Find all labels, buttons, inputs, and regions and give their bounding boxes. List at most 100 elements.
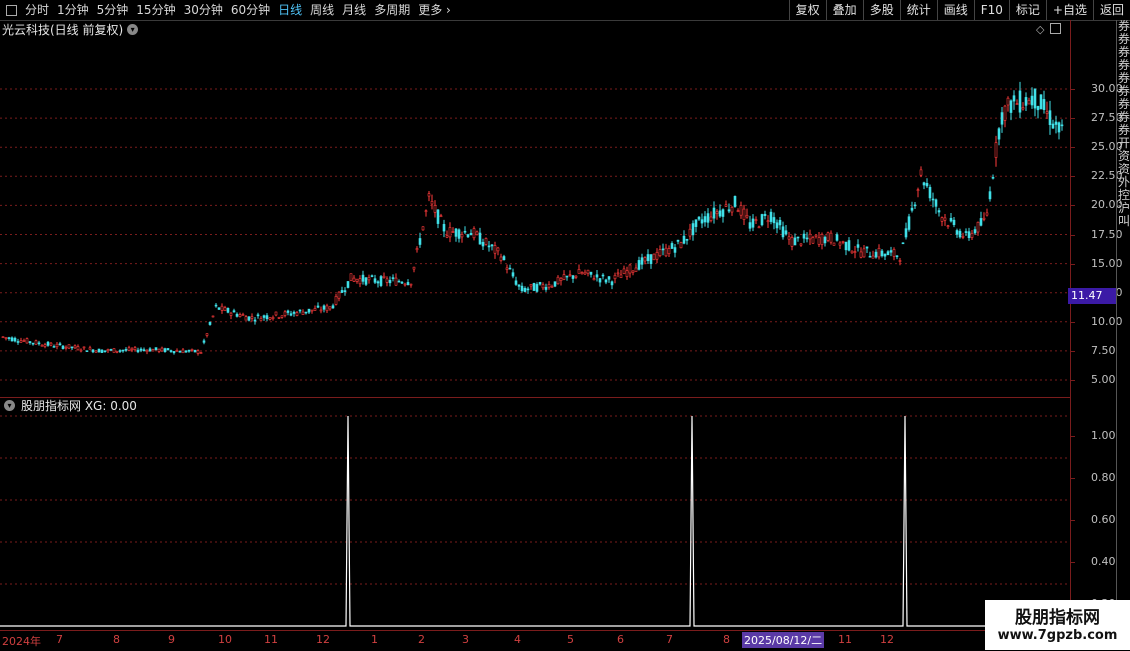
- period-tab[interactable]: 周线: [306, 0, 338, 20]
- window-toggle-icon[interactable]: [6, 4, 17, 16]
- candle-body: [991, 177, 995, 179]
- candle-body: [337, 291, 341, 299]
- date-label: 4: [514, 633, 521, 646]
- candle-body: [685, 238, 689, 241]
- candle-body: [4, 337, 8, 339]
- diamond-icon[interactable]: ◇: [1036, 23, 1044, 36]
- period-tab[interactable]: 月线: [338, 0, 370, 20]
- candle-body: [646, 254, 650, 262]
- period-tab[interactable]: 30分钟: [180, 0, 227, 20]
- candle-body: [940, 217, 944, 222]
- candle-body: [46, 341, 50, 346]
- tool-buttons: 复权 叠加 多股 统计 画线 F10 标记 +自选 返回: [788, 0, 1130, 20]
- candle-body: [292, 311, 296, 314]
- toolbar-button[interactable]: 返回: [1092, 0, 1130, 20]
- candle-body: [901, 242, 905, 245]
- toolbar-button[interactable]: 标记: [1008, 0, 1046, 20]
- candle-body: [331, 305, 335, 309]
- candle-body: [724, 204, 728, 207]
- candle-body: [319, 309, 323, 312]
- candle-body: [13, 337, 17, 342]
- chevron-down-icon[interactable]: ▾: [4, 400, 15, 411]
- candle-body: [214, 304, 218, 307]
- axis-tick: [1071, 350, 1075, 352]
- period-tab[interactable]: 15分钟: [132, 0, 179, 20]
- candle-body: [472, 228, 476, 239]
- candle-body: [298, 309, 302, 312]
- period-tab[interactable]: 多周期: [370, 0, 414, 20]
- candle-body: [448, 227, 452, 238]
- candle-body: [676, 239, 680, 242]
- candle-body: [925, 183, 929, 187]
- toolbar-button[interactable]: 复权: [788, 0, 826, 20]
- maximize-icon[interactable]: [1050, 23, 1062, 34]
- candle-body: [229, 312, 233, 316]
- candle-body: [853, 251, 857, 253]
- toolbar-button[interactable]: 统计: [899, 0, 937, 20]
- candle-body: [277, 317, 281, 319]
- candle-body: [445, 235, 449, 238]
- candle-body: [124, 349, 128, 351]
- period-tab[interactable]: 60分钟: [227, 0, 274, 20]
- date-label: 3: [462, 633, 469, 646]
- candle-body: [706, 213, 710, 223]
- candle-body: [871, 255, 875, 259]
- candle-body: [370, 275, 374, 277]
- candle-body: [979, 218, 983, 226]
- candle-body: [460, 234, 464, 238]
- candle-body: [1012, 95, 1016, 102]
- period-tab[interactable]: 1分钟: [53, 0, 93, 20]
- candle-body: [718, 210, 722, 217]
- candle-body: [946, 225, 950, 227]
- toolbar-button[interactable]: F10: [973, 0, 1009, 20]
- chevron-down-icon[interactable]: ▾: [127, 23, 139, 35]
- candle-body: [610, 281, 614, 286]
- candle-body: [367, 277, 371, 281]
- candle-body: [520, 285, 524, 292]
- candle-body: [1003, 105, 1007, 121]
- candle-body: [736, 210, 740, 212]
- candle-body: [430, 201, 434, 205]
- candle-body: [316, 305, 320, 308]
- period-tab[interactable]: 更多 ›: [414, 0, 455, 20]
- candle-body: [517, 284, 521, 287]
- kline-canvas: [0, 81, 1070, 381]
- candle-body: [259, 317, 263, 321]
- candle-body: [640, 257, 644, 265]
- period-tab[interactable]: 日线: [274, 0, 306, 20]
- watermark-line2: www.7gpzb.com: [997, 628, 1118, 643]
- candle-body: [1024, 97, 1028, 106]
- candle-body: [466, 234, 470, 238]
- toolbar-button[interactable]: 画线: [936, 0, 974, 20]
- period-tab[interactable]: 分时: [21, 0, 53, 20]
- candle-body: [943, 217, 947, 221]
- candle-body: [664, 247, 668, 257]
- toolbar-button[interactable]: +自选: [1045, 0, 1093, 20]
- toolbar-button[interactable]: 叠加: [825, 0, 863, 20]
- candle-body: [538, 282, 542, 285]
- last-price-tag: 11.47: [1068, 288, 1116, 304]
- candle-body: [463, 230, 467, 233]
- toolbar-button[interactable]: 多股: [862, 0, 900, 20]
- candle-body: [379, 276, 383, 286]
- date-label: 7: [56, 633, 63, 646]
- candle-body: [157, 348, 161, 352]
- kline-chart[interactable]: [0, 20, 1070, 398]
- candle-body: [982, 217, 986, 220]
- candle-body: [937, 210, 941, 213]
- candle-body: [43, 344, 47, 347]
- candle-body: [814, 234, 818, 237]
- candle-body: [601, 274, 605, 277]
- candle-body: [106, 349, 110, 352]
- candle-body: [994, 142, 998, 158]
- period-tab[interactable]: 5分钟: [93, 0, 133, 20]
- candle-body: [397, 280, 401, 283]
- date-label: 8: [723, 633, 730, 646]
- candle-body: [181, 349, 185, 354]
- candle-body: [817, 237, 821, 245]
- indicator-panel[interactable]: [0, 398, 1070, 628]
- candle-body: [523, 287, 527, 292]
- candle-body: [61, 345, 65, 349]
- candle-body: [796, 236, 800, 239]
- indicator-title: 股朋指标网 XG: 0.00: [21, 399, 137, 413]
